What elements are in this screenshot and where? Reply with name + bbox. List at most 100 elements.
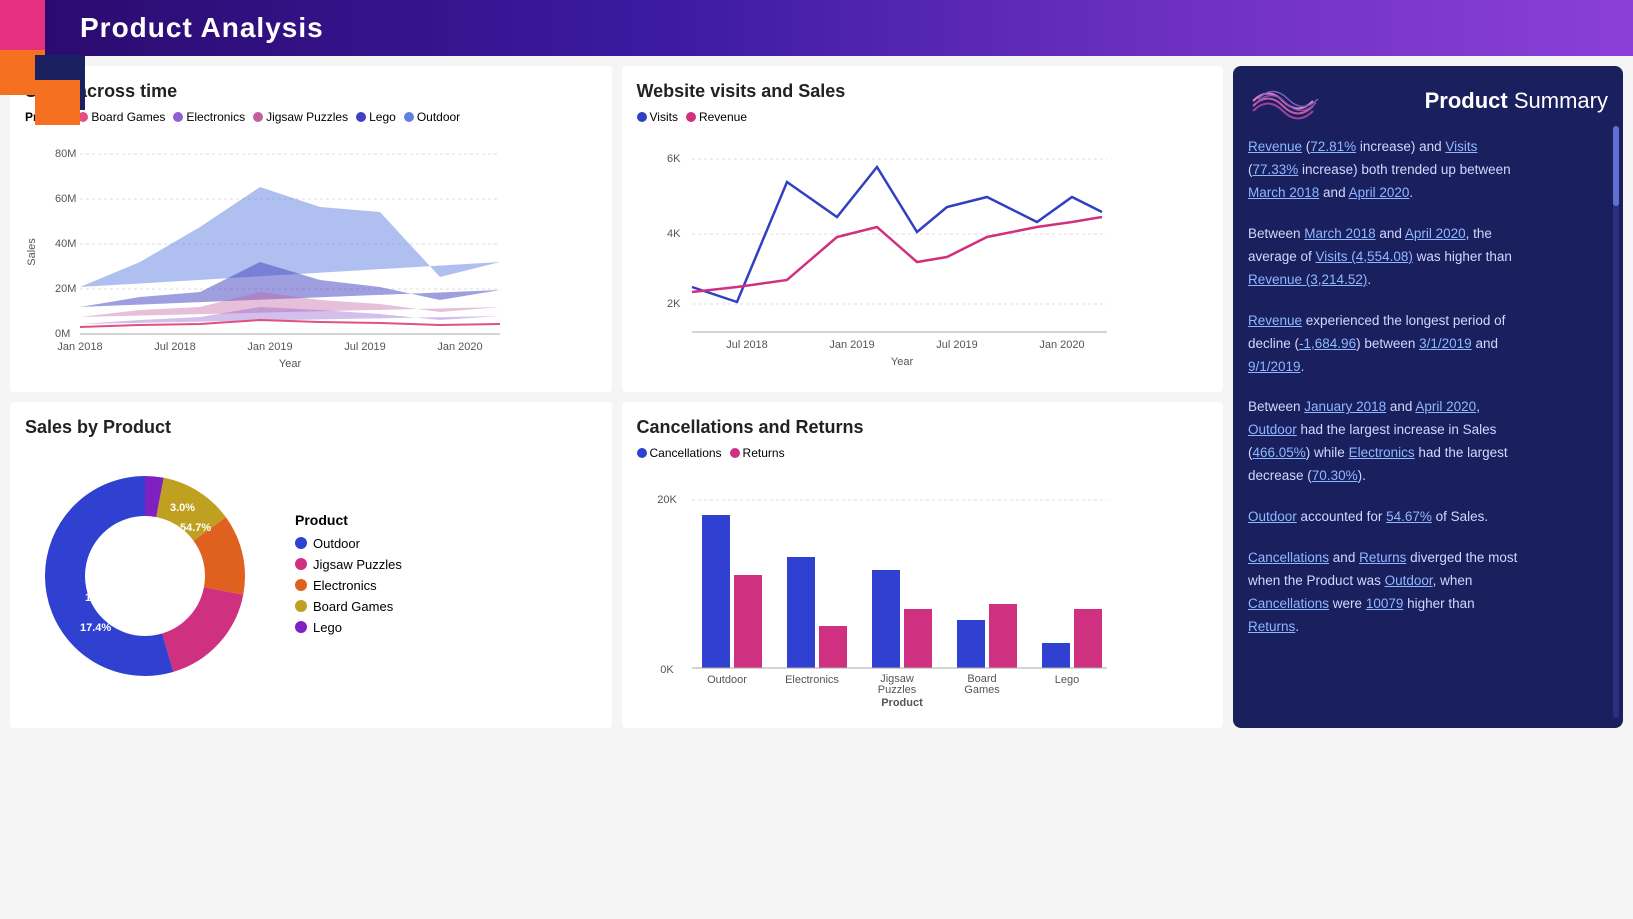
lego-legend-label: Lego bbox=[313, 620, 342, 635]
main-content: Sales across time Product Board Games El… bbox=[0, 56, 1633, 738]
visits-dot bbox=[637, 112, 647, 122]
link-revenue-2[interactable]: Revenue bbox=[1248, 313, 1302, 328]
outdoor-cancel-bar bbox=[702, 515, 730, 668]
website-visits-section: Website visits and Sales Visits Revenue … bbox=[622, 66, 1224, 392]
link-jan2018[interactable]: January 2018 bbox=[1304, 399, 1386, 414]
outdoor-label: Outdoor bbox=[417, 110, 460, 124]
title-rest: Analysis bbox=[193, 12, 324, 43]
boardgames-legend-item: Board Games bbox=[295, 599, 402, 614]
link-april2020-1[interactable]: April 2020 bbox=[1349, 185, 1410, 200]
summary-para-3: Revenue experienced the longest period o… bbox=[1248, 310, 1608, 379]
donut-legend-title: Product bbox=[295, 512, 402, 528]
scrollbar-track bbox=[1613, 126, 1619, 718]
cancel-legend: Cancellations Returns bbox=[637, 446, 1209, 460]
link-date1[interactable]: 3/1/2019 bbox=[1419, 336, 1472, 351]
y-4k: 4K bbox=[667, 228, 681, 240]
link-revenue-1[interactable]: Revenue bbox=[1248, 139, 1302, 154]
link-outdoor-pct[interactable]: 466.05% bbox=[1253, 445, 1306, 460]
boardgames-cancel-bar bbox=[957, 620, 985, 668]
outdoor-legend-dot bbox=[295, 537, 307, 549]
x-jan2019-v: Jan 2019 bbox=[829, 339, 874, 351]
link-cancellations[interactable]: Cancellations bbox=[1248, 550, 1329, 565]
link-num[interactable]: 10079 bbox=[1366, 596, 1404, 611]
legend-revenue: Revenue bbox=[686, 110, 747, 124]
link-april2020-3[interactable]: April 2020 bbox=[1415, 399, 1476, 414]
returns-label: Returns bbox=[743, 446, 785, 460]
cancellations-dot bbox=[637, 448, 647, 458]
lego-pct-label: 3.0% bbox=[170, 502, 195, 514]
y-label-80m: 80M bbox=[55, 148, 76, 160]
logo bbox=[0, 0, 80, 130]
link-visits-pct[interactable]: 77.33% bbox=[1253, 162, 1299, 177]
electronics-return-bar bbox=[819, 626, 847, 668]
donut-legend: Product Outdoor Jigsaw Puzzles Electroni… bbox=[295, 512, 402, 641]
logo-orange2 bbox=[35, 80, 80, 125]
cancellations-chart: 20K 0K bbox=[637, 468, 1117, 708]
legend-electronics: Electronics bbox=[173, 110, 245, 124]
link-revenue-avg[interactable]: Revenue (3,214.52) bbox=[1248, 272, 1367, 287]
lego-return-bar bbox=[1074, 609, 1102, 668]
website-visits-title: Website visits and Sales bbox=[637, 81, 1209, 102]
sales-by-product-title: Sales by Product bbox=[25, 417, 597, 438]
legend-outdoor: Outdoor bbox=[404, 110, 460, 124]
legend-lego: Lego bbox=[356, 110, 396, 124]
link-visits-avg[interactable]: Visits (4,554.08) bbox=[1316, 249, 1413, 264]
revenue-label: Revenue bbox=[699, 110, 747, 124]
lego-dot bbox=[356, 112, 366, 122]
charts-area: Sales across time Product Board Games El… bbox=[10, 66, 1223, 728]
link-cancellations-2[interactable]: Cancellations bbox=[1248, 596, 1329, 611]
boardgames-legend-dot bbox=[295, 600, 307, 612]
summary-para-4: Between January 2018 and April 2020, Out… bbox=[1248, 396, 1608, 488]
visits-label: Visits bbox=[650, 110, 678, 124]
link-outdoor-3[interactable]: Outdoor bbox=[1385, 573, 1433, 588]
jigsaw-legend-item: Jigsaw Puzzles bbox=[295, 557, 402, 572]
electronics-cancel-bar bbox=[787, 557, 815, 668]
x-electronics-c: Electronics bbox=[785, 674, 839, 686]
link-elec-pct[interactable]: 70.30% bbox=[1312, 468, 1358, 483]
link-revenue-pct[interactable]: 72.81% bbox=[1310, 139, 1356, 154]
y-label-40m: 40M bbox=[55, 238, 76, 250]
sales-across-time-title: Sales across time bbox=[25, 81, 597, 102]
boardgames-return-bar bbox=[989, 604, 1017, 668]
x-axis-title-cancel: Product bbox=[881, 697, 923, 708]
sales-by-product-section: Sales by Product bbox=[10, 402, 612, 728]
jigsaw-pct-label: 17.4% bbox=[80, 622, 111, 634]
link-returns[interactable]: Returns bbox=[1359, 550, 1406, 565]
link-visits-1[interactable]: Visits bbox=[1445, 139, 1477, 154]
boardgames-pct-label: 12.0% bbox=[105, 562, 136, 574]
visits-chart: 6K 4K 2K Jul 2018 Jan 2019 Jul 2019 Jan … bbox=[637, 132, 1117, 372]
x-outdoor-c: Outdoor bbox=[707, 674, 747, 686]
link-electronics[interactable]: Electronics bbox=[1349, 445, 1415, 460]
jigsaw-label: Jigsaw Puzzles bbox=[266, 110, 348, 124]
summary-para-6: Cancellations and Returns diverged the m… bbox=[1248, 547, 1608, 639]
returns-dot bbox=[730, 448, 740, 458]
lego-cancel-bar bbox=[1042, 643, 1070, 668]
board-games-label: Board Games bbox=[91, 110, 165, 124]
link-date2[interactable]: 9/1/2019 bbox=[1248, 359, 1301, 374]
summary-title: Product Summary bbox=[1328, 83, 1608, 118]
link-march2018-2[interactable]: March 2018 bbox=[1304, 226, 1375, 241]
link-april2020-2[interactable]: April 2020 bbox=[1405, 226, 1466, 241]
y-label-20m: 20M bbox=[55, 283, 76, 295]
boardgames-legend-label: Board Games bbox=[313, 599, 393, 614]
summary-para-5: Outdoor accounted for 54.67% of Sales. bbox=[1248, 506, 1608, 529]
donut-chart: 54.7% 17.4% 13.0% 12.0% 3.0% bbox=[25, 456, 265, 696]
x-jul2018: Jul 2018 bbox=[154, 341, 196, 353]
revenue-line bbox=[692, 217, 1102, 292]
legend-board-games: Board Games bbox=[78, 110, 165, 124]
link-outdoor-1[interactable]: Outdoor bbox=[1248, 422, 1297, 437]
sales-legend: Product Board Games Electronics Jigsaw P… bbox=[25, 110, 597, 124]
sales-across-time-section: Sales across time Product Board Games El… bbox=[10, 66, 612, 392]
link-outdoor-2[interactable]: Outdoor bbox=[1248, 509, 1297, 524]
legend-cancellations: Cancellations bbox=[637, 446, 722, 460]
x-jan2020-v: Jan 2020 bbox=[1039, 339, 1084, 351]
summary-header: Product Summary bbox=[1248, 81, 1608, 121]
link-returns-2[interactable]: Returns bbox=[1248, 619, 1295, 634]
jigsaw-cancel-bar bbox=[872, 570, 900, 668]
title-bold: Product bbox=[80, 12, 193, 43]
x-boardgames-c2: Games bbox=[964, 684, 1000, 696]
link-sales-pct[interactable]: 54.67% bbox=[1386, 509, 1432, 524]
link-decline[interactable]: -1,684.96 bbox=[1299, 336, 1356, 351]
x-axis-title-visits: Year bbox=[890, 356, 913, 368]
link-march2018[interactable]: March 2018 bbox=[1248, 185, 1319, 200]
